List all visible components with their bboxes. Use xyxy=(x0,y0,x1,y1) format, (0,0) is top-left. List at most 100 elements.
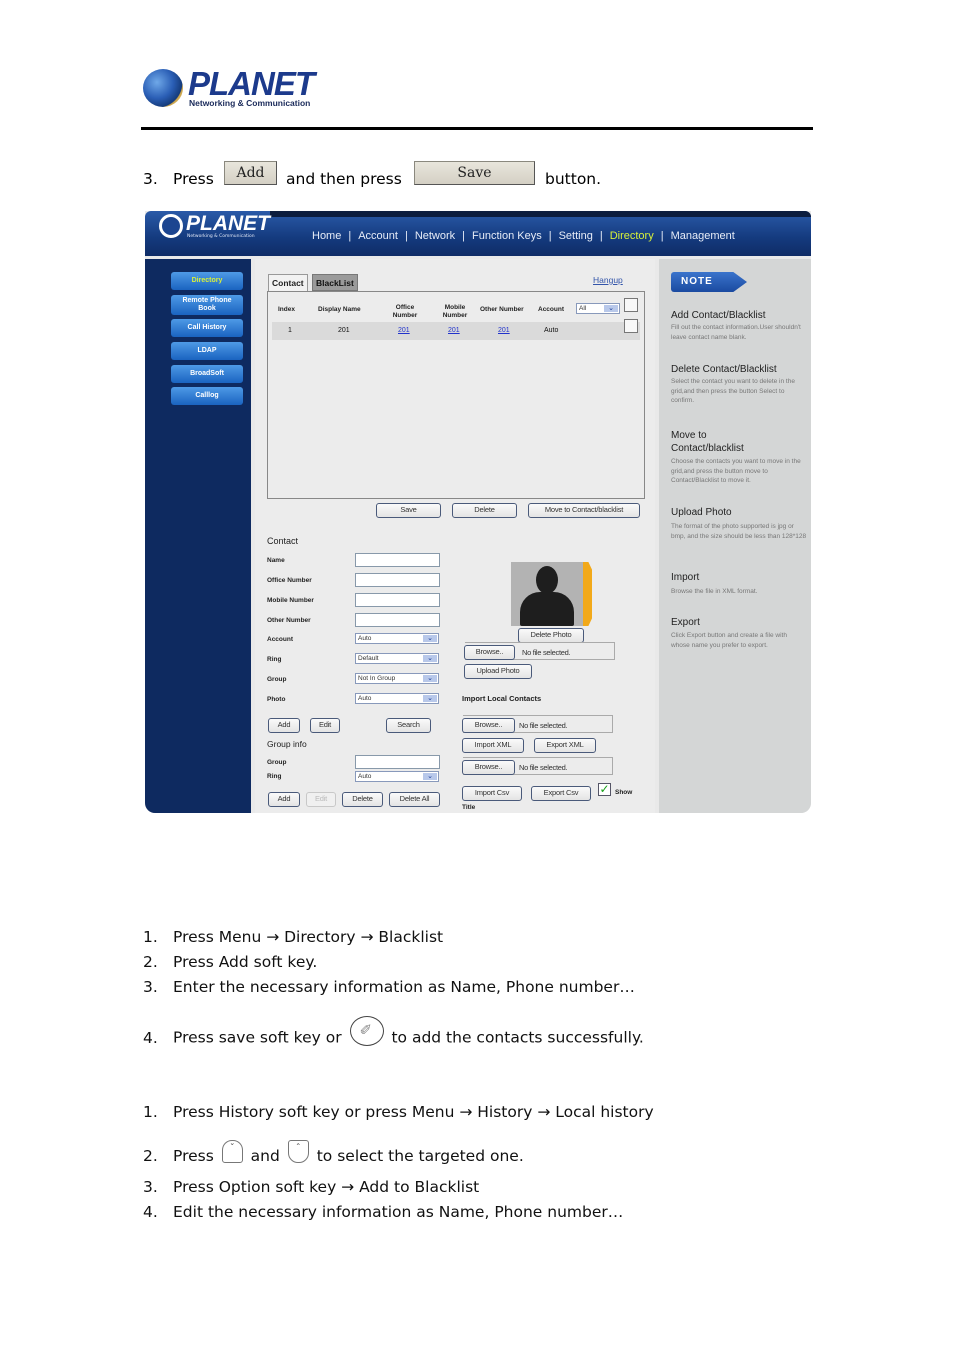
col-header-office-number: Office Number xyxy=(392,304,418,319)
sidebar-item-remote-phone-book[interactable]: Remote Phone Book xyxy=(171,295,243,315)
note-tag: NOTE xyxy=(671,272,747,292)
export-csv-button[interactable]: Export Csv xyxy=(531,786,591,801)
list-item: 1. Press History soft key or press Menu →… xyxy=(143,1103,654,1121)
group-add-button[interactable]: Add xyxy=(268,792,300,807)
step-press-text: Press xyxy=(173,170,214,188)
nav-management[interactable]: Management xyxy=(664,230,742,242)
grid-save-button[interactable]: Save xyxy=(376,503,441,518)
row-checkbox[interactable] xyxy=(624,319,638,333)
avatar-body xyxy=(520,592,574,626)
nav-home[interactable]: Home xyxy=(305,230,348,242)
sidebar-item-ldap[interactable]: LDAP xyxy=(171,342,243,360)
group-edit-button: Edit xyxy=(306,792,336,807)
save-button-image: Save xyxy=(414,161,535,185)
contact-add-button[interactable]: Add xyxy=(268,718,300,733)
directory-main: Contact BlackList Hangup Index Display N… xyxy=(255,259,655,813)
nav-account[interactable]: Account xyxy=(351,230,405,242)
ok-key-icon xyxy=(349,1016,384,1046)
grid-delete-button[interactable]: Delete xyxy=(452,503,517,518)
office-number-link[interactable]: 201 xyxy=(398,327,410,334)
upload-photo-button[interactable]: Upload Photo xyxy=(464,664,532,679)
step-and-then-text: and then press xyxy=(286,170,402,188)
group-select[interactable]: Not In Group ⌄ xyxy=(355,673,439,684)
col-header-mobile-number: Mobile Number xyxy=(442,304,468,319)
xml-file-status: No file selected. xyxy=(519,721,568,730)
sidebar: Directory Remote Phone Book Call History… xyxy=(145,259,251,813)
photo-file-status: No file selected. xyxy=(522,648,571,657)
other-number-link[interactable]: 201 xyxy=(498,327,510,334)
note-panel: NOTE Add Contact/Blacklist Fill out the … xyxy=(659,259,811,813)
chevron-down-icon: ⌄ xyxy=(423,655,437,662)
list-item: 3. Press Option soft key → Add to Blackli… xyxy=(143,1178,480,1196)
up-key-icon: ˆ xyxy=(287,1140,309,1163)
group-name-input[interactable] xyxy=(355,755,440,769)
contact-grid: Index Display Name Office Number Mobile … xyxy=(267,291,645,499)
nav-network[interactable]: Network xyxy=(408,230,462,242)
col-header-index: Index xyxy=(278,306,295,313)
add-button-image: Add xyxy=(224,161,277,185)
account-select[interactable]: Auto ⌄ xyxy=(355,633,439,644)
list-item: 4.Press save soft key or to add the cont… xyxy=(143,1016,644,1053)
chevron-down-icon: ⌄ xyxy=(604,305,618,312)
col-header-account: Account xyxy=(538,306,564,313)
other-number-input[interactable] xyxy=(355,613,440,627)
list-item: 4. Edit the necessary information as Name… xyxy=(143,1203,624,1221)
tab-contact[interactable]: Contact xyxy=(268,274,308,291)
step-button-text: button. xyxy=(545,170,602,188)
header-divider xyxy=(141,127,813,130)
logo-word: PLANET xyxy=(188,65,315,102)
office-number-input[interactable] xyxy=(355,573,440,587)
chevron-down-icon: ⌄ xyxy=(423,635,437,642)
csv-browse-button[interactable]: Browse.. xyxy=(462,760,515,775)
photo-browse-button[interactable]: Browse.. xyxy=(464,645,515,660)
show-title-checkbox[interactable]: ✓ xyxy=(598,783,611,796)
col-header-other-number: Other Number xyxy=(480,306,524,313)
list-item: 2. Press Add soft key. xyxy=(143,953,318,971)
export-xml-button[interactable]: Export XML xyxy=(534,738,596,753)
table-row[interactable]: 1 201 201 201 201 Auto xyxy=(272,319,640,340)
import-csv-button[interactable]: Import Csv xyxy=(462,786,522,801)
step-number: 3. xyxy=(143,170,158,188)
mobile-number-input[interactable] xyxy=(355,593,440,607)
globe-icon xyxy=(143,69,183,107)
mobile-number-link[interactable]: 201 xyxy=(448,327,460,334)
banner-logo: PLANET Networking & Communication xyxy=(159,212,274,244)
name-input[interactable] xyxy=(355,553,440,567)
hangup-link[interactable]: Hangup xyxy=(593,275,623,285)
sidebar-item-calllog[interactable]: Calllog xyxy=(171,387,243,405)
contact-photo xyxy=(511,562,592,626)
import-xml-button[interactable]: Import XML xyxy=(462,738,524,753)
nav-function-keys[interactable]: Function Keys xyxy=(465,230,549,242)
group-delete-all-button[interactable]: Delete All xyxy=(389,792,440,807)
list-item: 3. Enter the necessary information as Nam… xyxy=(143,978,635,996)
logo-subtitle: Networking & Communication xyxy=(189,98,311,108)
xml-browse-button[interactable]: Browse.. xyxy=(462,718,515,733)
account-filter-select[interactable]: All ⌄ xyxy=(576,303,620,314)
chevron-down-icon: ⌄ xyxy=(423,773,437,780)
group-ring-select[interactable]: Auto ⌄ xyxy=(355,771,439,782)
ring-select[interactable]: Default ⌄ xyxy=(355,653,439,664)
group-delete-button[interactable]: Delete xyxy=(342,792,383,807)
sidebar-item-broadsoft[interactable]: BroadSoft xyxy=(171,365,243,383)
globe-icon xyxy=(159,214,183,238)
down-key-icon: ˇ xyxy=(221,1140,243,1163)
main-nav: Home | Account | Network | Function Keys | S… xyxy=(305,230,742,242)
col-header-display-name: Display Name xyxy=(318,306,361,313)
sidebar-item-call-history[interactable]: Call History xyxy=(171,319,243,337)
list-item: 1. Press Menu → Directory → Blacklist xyxy=(143,928,444,946)
contact-edit-button[interactable]: Edit xyxy=(310,718,340,733)
chevron-down-icon: ⌄ xyxy=(423,695,437,702)
select-all-checkbox[interactable] xyxy=(624,298,638,312)
import-section-title: Import Local Contacts xyxy=(462,694,542,703)
sidebar-item-directory[interactable]: Directory xyxy=(171,272,243,290)
csv-file-status: No file selected. xyxy=(519,763,568,772)
photo-select[interactable]: Auto ⌄ xyxy=(355,693,439,704)
top-banner: PLANET Networking & Communication Home | … xyxy=(145,211,811,256)
nav-setting[interactable]: Setting xyxy=(552,230,600,242)
move-to-contact-blacklist-button[interactable]: Move to Contact/blacklist xyxy=(528,503,640,518)
delete-photo-button[interactable]: Delete Photo xyxy=(518,628,584,643)
nav-directory[interactable]: Directory xyxy=(603,230,661,242)
planet-logo: PLANET Networking & Communication xyxy=(143,67,315,109)
tab-blacklist[interactable]: BlackList xyxy=(312,274,358,291)
contact-search-button[interactable]: Search xyxy=(386,718,431,733)
